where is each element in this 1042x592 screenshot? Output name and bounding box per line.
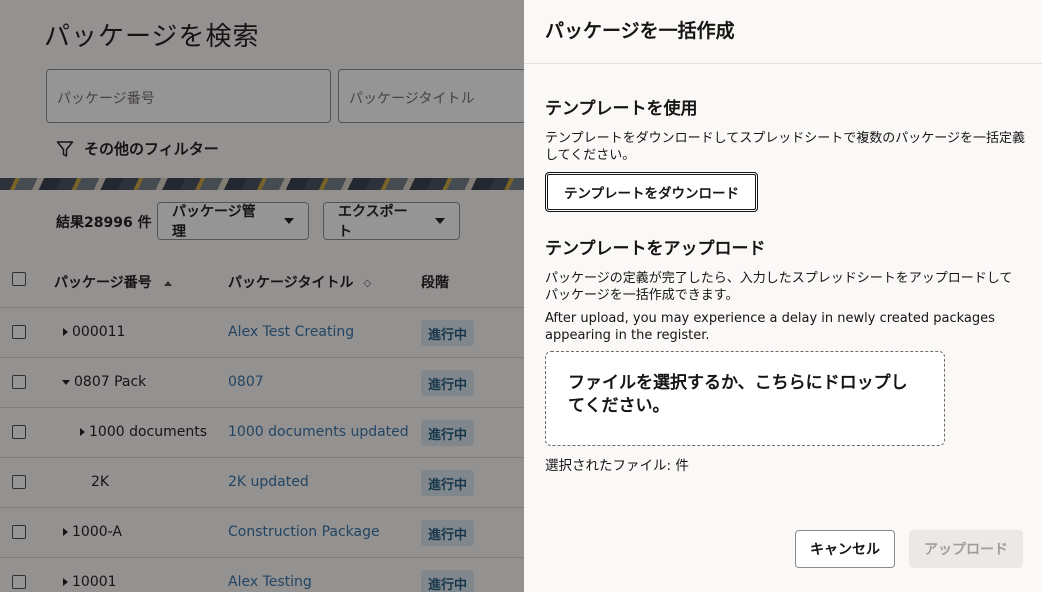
download-template-label: テンプレートをダウンロード [563, 186, 740, 202]
selected-files-label: 選択されたファイル: 件 [545, 458, 689, 474]
upload-template-description: パッケージの定義が完了したら、入力したスプレッドシートをアップロードしてパッケー… [545, 271, 1013, 303]
upload-label: アップロード [924, 542, 1008, 558]
upload-delay-note: After upload, you may experience a delay… [545, 311, 995, 343]
cancel-button[interactable]: キャンセル [795, 530, 895, 568]
upload-button[interactable]: アップロード [909, 530, 1023, 568]
cancel-label: キャンセル [810, 542, 880, 558]
divider [524, 63, 1042, 64]
use-template-description: テンプレートをダウンロードしてスプレッドシートで複数のパッケージを一括定義してく… [545, 131, 1025, 163]
drawer-title: パッケージを一括作成 [545, 20, 735, 42]
file-dropzone[interactable]: ファイルを選択するか、こちらにドロップしてください。 [545, 351, 945, 446]
dropzone-text: ファイルを選択するか、こちらにドロップしてください。 [568, 373, 908, 416]
upload-template-heading: テンプレートをアップロード [545, 239, 766, 259]
bulk-create-drawer: パッケージを一括作成 テンプレートを使用 テンプレートをダウンロードしてスプレッ… [524, 0, 1042, 592]
download-template-button[interactable]: テンプレートをダウンロード [545, 172, 758, 212]
use-template-heading: テンプレートを使用 [545, 99, 698, 119]
